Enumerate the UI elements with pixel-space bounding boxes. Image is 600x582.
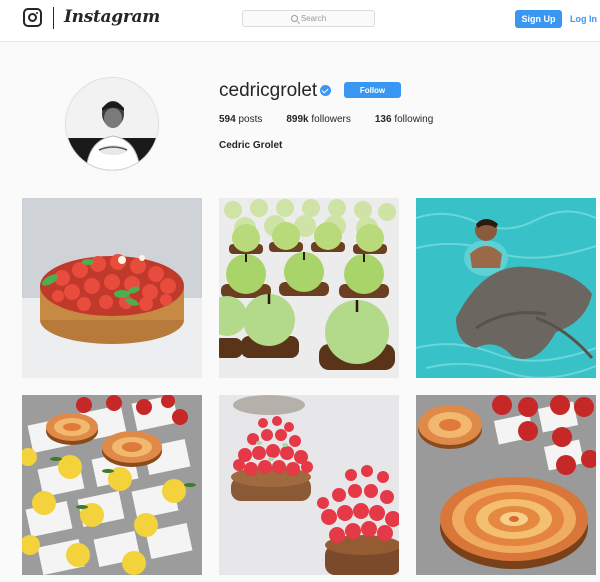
following-stat[interactable]: 136 following xyxy=(375,114,433,125)
followers-stat[interactable]: 899k followers xyxy=(286,114,351,125)
search-placeholder: Search xyxy=(300,14,327,23)
following-count: 136 xyxy=(374,114,392,125)
post-tile-apple-rose-tart[interactable] xyxy=(416,395,596,575)
logo-divider xyxy=(53,7,54,29)
follow-button[interactable]: Follow xyxy=(344,82,401,98)
sign-up-button[interactable]: Sign Up xyxy=(515,10,562,28)
following-label: following xyxy=(394,114,434,125)
profile-full-name: Cedric Grolet xyxy=(219,140,283,151)
profile-stats: 594 posts 899k followers 136 following xyxy=(219,114,457,125)
post-tile-man-swimming-with-stingray[interactable] xyxy=(416,198,596,378)
instagram-camera-icon[interactable] xyxy=(23,8,42,27)
profile-avatar[interactable] xyxy=(65,77,159,171)
post-tile-strawberry-tart[interactable] xyxy=(22,198,202,378)
posts-count: 594 xyxy=(219,114,236,125)
log-in-link[interactable]: Log In xyxy=(570,14,597,24)
posts-stat: 594 posts xyxy=(219,114,262,125)
followers-count: 899k xyxy=(286,114,309,125)
post-tile-apple-tarts-and-lemon-pastries[interactable] xyxy=(22,395,202,575)
search-icon xyxy=(290,15,298,22)
post-tile-green-apple-pastries[interactable] xyxy=(219,198,399,378)
post-tile-raspberry-tartlets[interactable] xyxy=(219,395,399,575)
search-input[interactable]: Search xyxy=(242,10,375,27)
instagram-wordmark[interactable]: Instagram xyxy=(64,7,160,27)
top-nav-bar: Instagram Search Sign Up Log In xyxy=(0,0,600,42)
verified-badge-icon xyxy=(320,85,331,96)
followers-label: followers xyxy=(311,114,351,125)
profile-username: cedricgrolet xyxy=(219,80,318,101)
posts-label: posts xyxy=(238,114,263,125)
